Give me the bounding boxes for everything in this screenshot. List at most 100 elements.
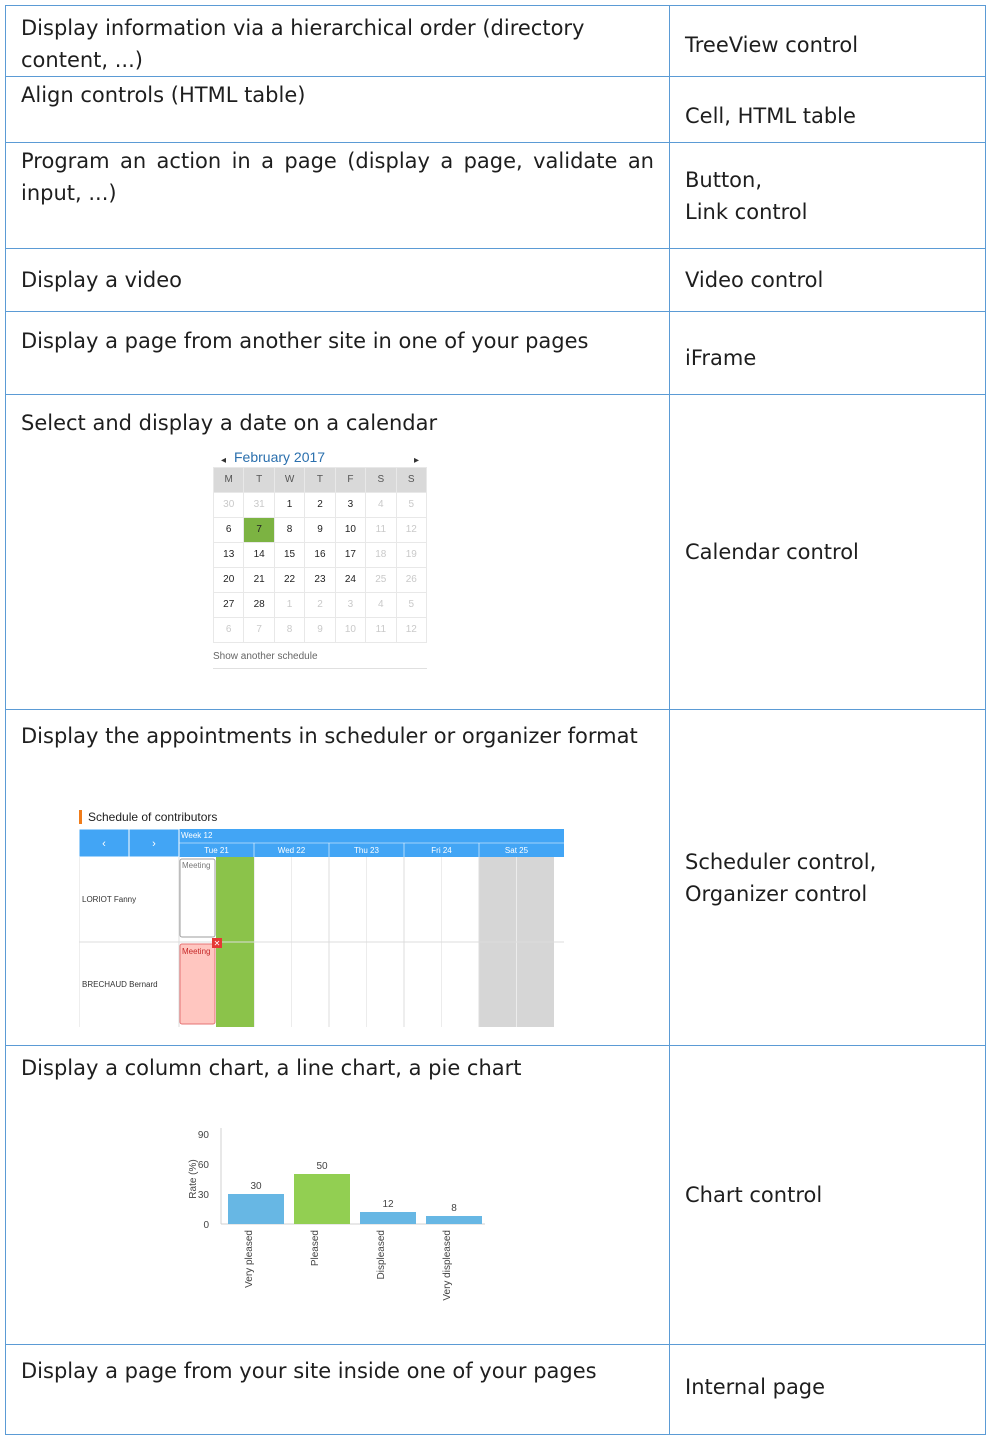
category-label: Very displeased [442,1230,453,1301]
calendar-day[interactable]: 6 [212,617,245,643]
control-text: TreeView control [685,32,859,57]
calendar-week: 6 7 8 9 10 11 12 [212,617,428,643]
calendar-day[interactable]: 6 [212,517,245,543]
day-header: Wed 22 [278,846,306,855]
calendar-day[interactable]: 24 [334,567,367,593]
calendar-day[interactable]: 10 [334,617,367,643]
day-header: Tue 21 [204,846,229,855]
need-text: Display information via a hierarchical o… [21,16,585,72]
category-label: Very pleased [244,1230,255,1288]
control-cell: TreeView control [669,5,986,77]
need-cell: Select and display a date on a calendar … [5,394,670,710]
calendar-day[interactable]: 10 [334,517,367,543]
calendar-day[interactable]: 30 [212,492,245,518]
calendar-day[interactable]: 4 [365,592,397,618]
need-text: Display a column chart, a line chart, a … [21,1056,522,1080]
calendar-day[interactable]: 7 [243,617,275,643]
data-label: 12 [382,1199,394,1210]
calendar-day[interactable]: 23 [304,567,336,593]
day-header: Sat 25 [505,846,529,855]
y-tick-label: 90 [198,1130,210,1141]
calendar-day[interactable]: 2 [304,592,336,618]
calendar-day[interactable]: 27 [212,592,245,618]
control-text: Video control [685,268,824,292]
calendar-day[interactable]: 17 [334,542,367,568]
calendar-day[interactable]: 9 [304,617,336,643]
calendar-day[interactable]: 18 [365,542,397,568]
table-row: Program an action in a page (display a p… [5,142,986,249]
control-text: Internal page [685,1375,826,1399]
bar [426,1216,482,1224]
control-text: Cell, HTML table [685,103,856,128]
data-label: 30 [250,1181,262,1192]
table-row: Display information via a hierarchical o… [5,5,986,77]
calendar-grid: MTWTFSS 30 31 1 2 3 4 5 6 7 8 9 10 11 12 13 14 15 16 17 18 1… [212,467,428,643]
calendar-day[interactable]: 3 [334,592,367,618]
need-cell: Align controls (HTML table) [5,76,670,143]
calendar-day[interactable]: 3 [334,492,367,518]
calendar-day[interactable]: 31 [243,492,275,518]
control-text: Organizer control [685,881,868,906]
week-label: Week 12 [181,831,213,840]
calendar-day[interactable]: 5 [395,492,428,518]
calendar-day[interactable]: 22 [273,567,306,593]
calendar-day[interactable]: 25 [365,567,397,593]
calendar-day[interactable]: 14 [243,542,275,568]
table-row: Display the appointments in scheduler or… [5,709,986,1046]
next-week-icon: › [152,838,156,850]
control-text: iFrame [685,346,757,370]
calendar-day[interactable]: 15 [273,542,306,568]
calendar-day[interactable]: 11 [365,517,397,543]
category-label: Pleased [310,1230,321,1266]
control-cell: Scheduler control, Organizer control [669,709,986,1046]
calendar-day[interactable]: 8 [273,617,306,643]
appointment[interactable] [179,858,216,938]
calendar-day[interactable]: 19 [395,542,428,568]
calendar-day[interactable]: 20 [212,567,245,593]
calendar-day[interactable]: 13 [212,542,245,568]
control-cell: Calendar control [669,394,986,710]
calendar-day[interactable]: 28 [243,592,275,618]
calendar-day[interactable]: 26 [395,567,428,593]
data-label: 8 [451,1203,457,1214]
calendar-week: 6 7 8 9 10 11 12 [212,517,428,543]
y-tick-label: 30 [198,1190,210,1201]
calendar-day[interactable]: 5 [395,592,428,618]
need-cell: Display a page from your site inside one… [5,1344,670,1435]
calendar-day[interactable]: 16 [304,542,336,568]
appointment-label: Meeting [182,861,210,870]
calendar-day[interactable]: 9 [304,517,336,543]
control-cell: Chart control [669,1045,986,1345]
calendar-day[interactable]: 12 [395,617,428,643]
prev-month-icon[interactable]: ◂ [221,445,226,477]
calendar-day[interactable]: 1 [273,492,306,518]
calendar-month: February 2017 [234,449,326,465]
calendar-day[interactable]: 2 [304,492,336,518]
calendar-week: 20 21 22 23 24 25 26 [212,567,428,593]
appointment[interactable] [179,943,216,1025]
control-cell: Video control [669,248,986,312]
control-text: Chart control [685,1183,823,1207]
scheduler-widget: Schedule of contributors ‹ › Week 12 Tue 21… [78,810,565,1037]
control-cell: Internal page [669,1344,986,1435]
calendar-day[interactable]: 21 [243,567,275,593]
controls-table: Display information via a hierarchical o… [5,5,986,1435]
calendar-day[interactable]: 4 [365,492,397,518]
y-tick-label: 60 [198,1160,210,1171]
calendar-day[interactable]: 11 [365,617,397,643]
show-another-schedule-link[interactable]: Show another schedule [213,652,427,662]
need-cell: Display a page from another site in one … [5,311,670,395]
table-row: Align controls (HTML table) Cell, HTML t… [5,76,986,143]
calendar-day[interactable]: 12 [395,517,428,543]
weekday-header: S [395,467,428,493]
calendar-day[interactable]: 1 [273,592,306,618]
calendar-day[interactable]: 8 [273,517,306,543]
calendar-days: 30 31 1 2 3 4 5 6 7 8 9 10 11 12 13 14 15 16 17 18 19 20 21 22 2… [212,492,428,643]
need-cell: Display a column chart, a line chart, a … [5,1045,670,1345]
next-month-icon[interactable]: ▸ [414,445,419,477]
bar [228,1194,284,1224]
delete-glyph: ✕ [214,939,221,948]
table-row: Select and display a date on a calendar … [5,394,986,710]
calendar-day[interactable]: 7 [243,517,275,543]
scheduler-title: Schedule of contributors [79,810,565,824]
